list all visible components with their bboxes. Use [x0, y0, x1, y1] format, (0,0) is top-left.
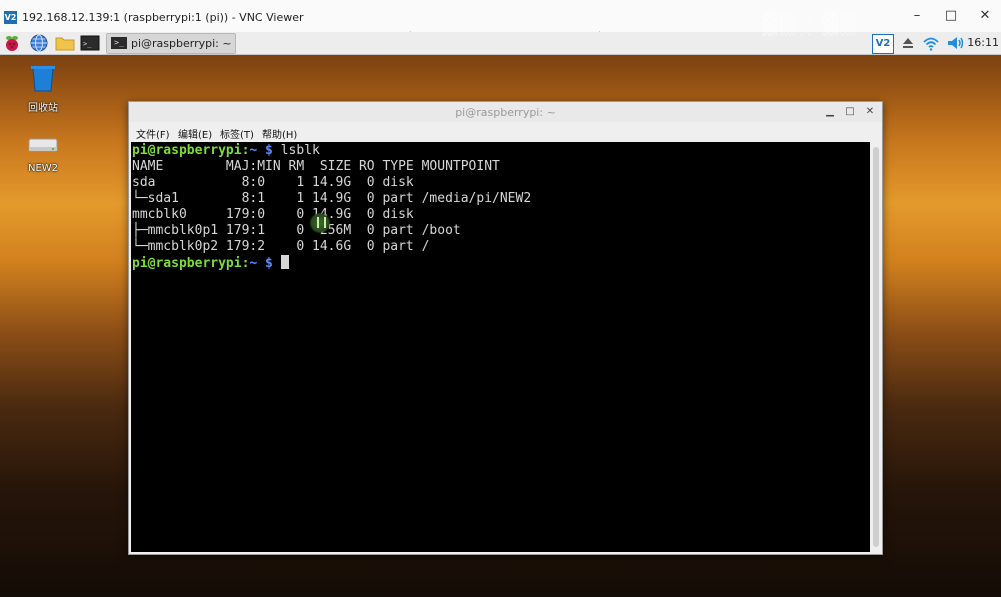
menu-edit[interactable]: 编辑(E) — [178, 126, 212, 141]
prompt-user: pi@raspberrypi — [132, 143, 242, 158]
eject-icon[interactable] — [900, 34, 916, 52]
taskbar-clock: 16:11 — [967, 36, 999, 49]
vnc-window-title: 192.168.12.139:1 (raspberrypi:1 (pi)) - … — [22, 11, 304, 24]
vnc-app-icon: V2 — [4, 11, 17, 24]
menu-tabs[interactable]: 标签(T) — [220, 126, 254, 141]
prompt-sign: $ — [257, 143, 281, 158]
desktop-item-label: 回收站 — [28, 103, 58, 114]
terminal-output[interactable]: pi@raspberrypi:~ $ lsblk NAME MAJ:MIN RM… — [131, 142, 870, 552]
desktop-item-trash[interactable]: 回收站 — [13, 63, 73, 114]
wifi-icon[interactable] — [922, 34, 940, 52]
output-line: └─mmcblk0p2 179:2 0 14.6G 0 part / — [132, 239, 430, 254]
minimize-icon[interactable]: – — [909, 8, 925, 24]
output-line: └─sda1 8:1 1 14.9G 0 part /media/pi/NEW2 — [132, 191, 532, 206]
prompt-line: pi@raspberrypi:~ $ lsblk — [131, 143, 870, 159]
mouse-ibeam-cursor-icon — [317, 217, 326, 228]
scrollbar-thumb[interactable] — [873, 147, 879, 547]
taskbar-terminal-task[interactable]: >_ pi@raspberrypi: ~ — [106, 33, 236, 54]
vnc-server-icon[interactable]: V2 — [872, 34, 894, 54]
vnc-window-controls: – □ ✕ — [909, 8, 993, 24]
raspberry-menu-icon[interactable] — [3, 34, 23, 52]
command-text: lsblk — [280, 143, 320, 158]
taskbar-task-label: pi@raspberrypi: ~ — [131, 37, 232, 50]
desktop-item-label: NEW2 — [27, 163, 59, 174]
drive-icon — [28, 138, 58, 152]
volume-icon[interactable] — [946, 34, 966, 52]
terminal-titlebar[interactable]: pi@raspberrypi: ~ ▁ □ ✕ — [129, 102, 882, 122]
prompt-sign: $ — [257, 256, 281, 271]
terminal-icon[interactable]: >_ — [80, 34, 100, 52]
vnc-tray-badge: V2 — [872, 34, 894, 54]
globe-browser-icon[interactable] — [30, 34, 50, 52]
desktop-item-new2[interactable]: NEW2 — [13, 135, 73, 174]
minimize-icon[interactable]: ▁ — [824, 106, 836, 118]
maximize-icon[interactable]: □ — [844, 106, 856, 118]
prompt-line: pi@raspberrypi:~ $ — [131, 255, 870, 271]
trash-icon — [31, 66, 55, 92]
menu-file[interactable]: 文件(F) — [136, 126, 170, 141]
folder-icon[interactable] — [55, 34, 75, 52]
terminal-task-icon: >_ — [111, 37, 127, 49]
menu-help[interactable]: 帮助(H) — [262, 126, 297, 141]
video-watermark: ▓▒░ ▓▒ — [762, 12, 858, 36]
terminal-menubar: 文件(F) 编辑(E) 标签(T) 帮助(H) — [129, 122, 882, 142]
terminal-title: pi@raspberrypi: ~ — [455, 106, 556, 119]
text-cursor — [280, 255, 289, 269]
maximize-icon[interactable]: □ — [943, 8, 959, 24]
output-line: sda 8:0 1 14.9G 0 disk — [132, 175, 414, 190]
prompt-user: pi@raspberrypi — [132, 256, 242, 271]
output-line: ├─mmcblk0p1 179:1 0 256M 0 part /boot — [132, 223, 461, 238]
output-line: NAME MAJ:MIN RM SIZE RO TYPE MOUNTPOINT — [132, 159, 500, 174]
output-line: mmcblk0 179:0 0 14.9G 0 disk — [132, 207, 414, 222]
close-icon[interactable]: ✕ — [864, 106, 876, 118]
close-icon[interactable]: ✕ — [977, 8, 993, 24]
terminal-window: pi@raspberrypi: ~ ▁ □ ✕ 文件(F) 编辑(E) 标签(T… — [128, 101, 883, 555]
terminal-scrollbar[interactable] — [872, 143, 880, 551]
svg-text:>_: >_ — [83, 40, 92, 48]
